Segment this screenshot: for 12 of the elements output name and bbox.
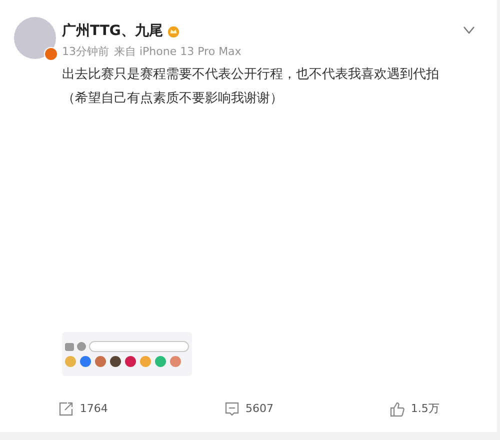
comment-icon	[224, 401, 240, 417]
chevron-down-icon[interactable]	[463, 25, 475, 35]
post-source: 来自 iPhone 13 Pro Max	[114, 44, 242, 60]
share-icon	[58, 401, 74, 417]
comment-button[interactable]: 5607	[166, 386, 332, 432]
avatar	[14, 17, 56, 59]
thumbs-up-icon	[388, 401, 405, 417]
crown-icon	[166, 24, 180, 38]
post-text: 出去比赛只是赛程需要不代表公开行程，也不代表我喜欢遇到代拍（希望自己有点素质不要影响我谢谢）	[62, 66, 440, 108]
repost-button[interactable]: 1764	[0, 386, 166, 432]
author-name[interactable]: 广州TTG、九尾	[62, 20, 163, 42]
like-button[interactable]: 1.5万	[331, 386, 498, 432]
